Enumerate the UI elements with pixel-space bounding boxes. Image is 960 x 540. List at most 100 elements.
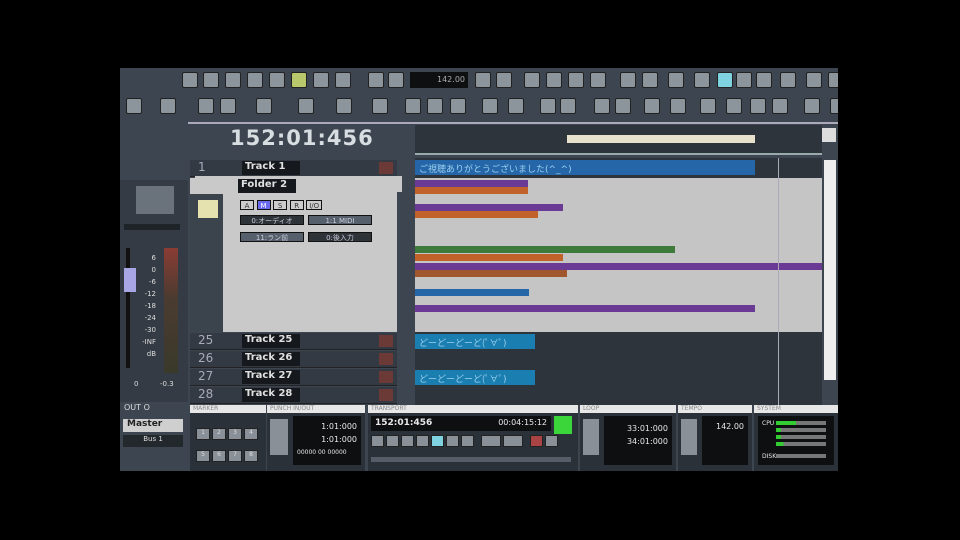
- clips-pane[interactable]: ご視聴ありがとうございました(^_^) どーどーどーど(ﾟ∀ﾟ) どーどーどーど…: [415, 158, 822, 405]
- archive-button[interactable]: A: [240, 200, 254, 210]
- stop-icon[interactable]: [401, 435, 414, 447]
- clip[interactable]: [415, 254, 563, 261]
- toolbar-button[interactable]: [642, 72, 658, 88]
- toolbar-button[interactable]: [620, 72, 636, 88]
- timeline-ruler[interactable]: [415, 125, 822, 155]
- record-button[interactable]: R: [289, 200, 304, 210]
- record-icon[interactable]: [530, 435, 543, 447]
- folder-name[interactable]: Folder 2: [238, 179, 296, 193]
- folder-field[interactable]: 1:1 MIDI: [308, 215, 372, 225]
- toolbar-button[interactable]: [126, 98, 142, 114]
- clip[interactable]: [415, 246, 675, 253]
- toolbar-tempo-display[interactable]: 142.00: [410, 72, 468, 88]
- toolbar-button[interactable]: [182, 72, 198, 88]
- toolbar-button[interactable]: [298, 98, 314, 114]
- toolbar-button[interactable]: [780, 72, 796, 88]
- toolbar-button[interactable]: [560, 98, 576, 114]
- forward-end-icon[interactable]: [461, 435, 474, 447]
- toolbar-button[interactable]: [313, 72, 329, 88]
- track-row[interactable]: 25 Track 25: [190, 333, 397, 350]
- toolbar-button[interactable]: [828, 72, 838, 88]
- marker-button[interactable]: 5: [196, 450, 210, 462]
- track-row[interactable]: 27 Track 27: [190, 369, 397, 386]
- toolbar-button[interactable]: [368, 72, 384, 88]
- toolbar-button[interactable]: [830, 98, 838, 114]
- toolbar-button[interactable]: [756, 72, 772, 88]
- toolbar-button[interactable]: [694, 72, 710, 88]
- track-row[interactable]: 1 Track 1: [190, 160, 397, 177]
- toolbar-button[interactable]: [336, 98, 352, 114]
- tempo-buttons[interactable]: [681, 419, 697, 455]
- pause-icon[interactable]: [431, 435, 444, 447]
- toolbar-button[interactable]: [806, 72, 822, 88]
- rewind-icon[interactable]: [386, 435, 399, 447]
- folder-track[interactable]: Folder 2 A M S R I/O 0:オーディオ 1:1 MIDI 11…: [190, 176, 402, 332]
- pan-slider[interactable]: [124, 224, 180, 230]
- forward-icon[interactable]: [446, 435, 459, 447]
- vertical-scrollbar[interactable]: [824, 160, 836, 380]
- toolbar-button[interactable]: [804, 98, 820, 114]
- toolbar-button[interactable]: [450, 98, 466, 114]
- clip[interactable]: [415, 204, 563, 211]
- master-selector[interactable]: Master: [123, 419, 183, 432]
- marker-button[interactable]: 3: [228, 428, 242, 440]
- output-selector[interactable]: OUT O: [124, 403, 150, 412]
- clip[interactable]: [415, 180, 528, 187]
- transport-smpte[interactable]: 00:04:15:12: [498, 418, 547, 427]
- toolbar-button[interactable]: [198, 98, 214, 114]
- punch-buttons[interactable]: [270, 419, 288, 455]
- clip[interactable]: [415, 305, 755, 312]
- track-row[interactable]: 28 Track 28: [190, 387, 397, 404]
- toolbar-button[interactable]: [726, 98, 742, 114]
- io-button[interactable]: I/O: [306, 200, 323, 210]
- punch-icon[interactable]: [503, 435, 523, 447]
- punch-out-time[interactable]: 1:01:000: [297, 433, 357, 446]
- toolbar-button[interactable]: [670, 98, 686, 114]
- transport-buttons[interactable]: [370, 433, 559, 452]
- toolbar-button[interactable]: [496, 72, 512, 88]
- clip[interactable]: [415, 187, 528, 194]
- clip[interactable]: どーどーどーど(ﾟ∀ﾟ): [415, 370, 535, 385]
- position-slider[interactable]: [371, 457, 571, 462]
- toolbar-button[interactable]: [736, 72, 752, 88]
- clip[interactable]: ご視聴ありがとうございました(^_^): [415, 160, 755, 175]
- marker-button[interactable]: 8: [244, 450, 258, 462]
- marker-button[interactable]: 2: [212, 428, 226, 440]
- toolbar-button[interactable]: [372, 98, 388, 114]
- toolbar-button[interactable]: [335, 72, 351, 88]
- toolbar-button[interactable]: [594, 98, 610, 114]
- tempo-value[interactable]: 142.00: [706, 422, 744, 431]
- punch-in-time[interactable]: 1:01:000: [297, 420, 357, 433]
- record-mode-icon[interactable]: [545, 435, 558, 447]
- toolbar-button[interactable]: [568, 72, 584, 88]
- mute-button[interactable]: M: [256, 200, 271, 210]
- toolbar-button[interactable]: [772, 98, 788, 114]
- toolbar-button[interactable]: [508, 98, 524, 114]
- toolbar-button[interactable]: [388, 72, 404, 88]
- inspector-buttons[interactable]: [136, 186, 174, 214]
- toolbar-button[interactable]: [590, 72, 606, 88]
- toolbar-button[interactable]: [269, 72, 285, 88]
- loop-start-time[interactable]: 33:01:000: [608, 422, 668, 435]
- toolbar-button[interactable]: [482, 98, 498, 114]
- marker-button[interactable]: 7: [228, 450, 242, 462]
- toolbar-button[interactable]: [668, 72, 684, 88]
- clip[interactable]: [415, 270, 567, 277]
- toolbar-button[interactable]: [225, 72, 241, 88]
- track-name[interactable]: Track 1: [242, 161, 300, 175]
- play-icon[interactable]: [416, 435, 429, 447]
- toolbar-button[interactable]: [220, 98, 236, 114]
- ruler-menu-button[interactable]: [822, 128, 836, 142]
- clip[interactable]: どーどーどーど(ﾟ∀ﾟ): [415, 334, 535, 349]
- marker-button[interactable]: 4: [244, 428, 258, 440]
- toolbar-button[interactable]: [203, 72, 219, 88]
- toolbar-button[interactable]: [546, 72, 562, 88]
- track-name[interactable]: Track 26: [242, 352, 300, 366]
- toolbar-button[interactable]: [256, 98, 272, 114]
- clip[interactable]: [415, 211, 538, 218]
- loop-buttons[interactable]: [583, 419, 599, 455]
- toolbar-button[interactable]: [644, 98, 660, 114]
- metronome-button[interactable]: [554, 416, 572, 434]
- toolbar-button[interactable]: [540, 98, 556, 114]
- toolbar-button[interactable]: [524, 72, 540, 88]
